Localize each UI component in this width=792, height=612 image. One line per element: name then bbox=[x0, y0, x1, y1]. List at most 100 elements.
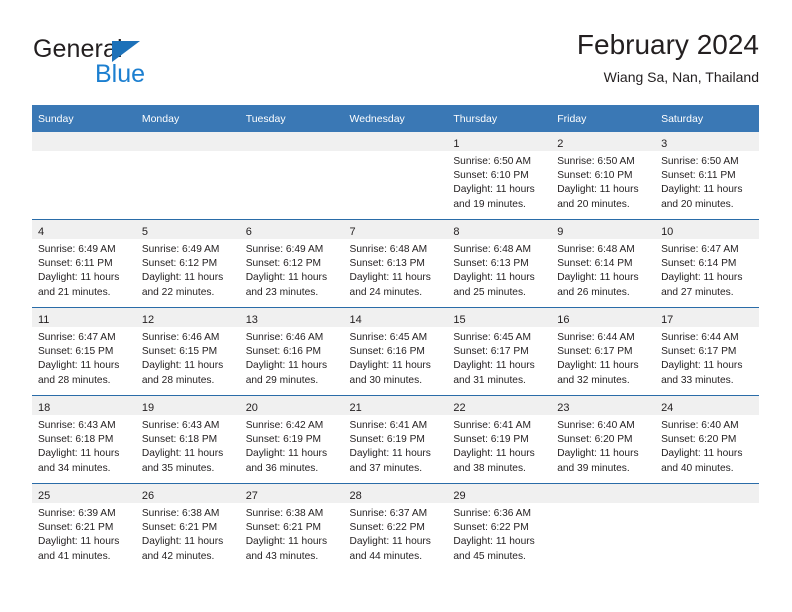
day-sun-info: Sunrise: 6:41 AM Sunset: 6:19 PM Daylight:… bbox=[447, 415, 551, 476]
calendar-day-cell[interactable]: 22 Sunrise: 6:41 AM Sunset: 6:19 PM Dayligh… bbox=[447, 395, 552, 484]
day-info-daylight2: and 38 minutes. bbox=[453, 462, 526, 474]
calendar-day-cell[interactable] bbox=[343, 132, 448, 220]
calendar-day-cell[interactable]: 20 Sunrise: 6:42 AM Sunset: 6:19 PM Dayligh… bbox=[239, 395, 344, 484]
day-info-sunset: Sunset: 6:21 PM bbox=[245, 522, 322, 534]
day-cell-content: 21 Sunrise: 6:41 AM Sunset: 6:19 PM Dayligh… bbox=[343, 396, 448, 483]
day-info-daylight2: and 28 minutes. bbox=[38, 374, 111, 386]
day-cell-content: 14 Sunrise: 6:45 AM Sunset: 6:16 PM Dayligh… bbox=[343, 308, 448, 395]
day-info-sunset: Sunset: 6:11 PM bbox=[38, 258, 113, 270]
calendar-day-cell[interactable]: 13 Sunrise: 6:46 AM Sunset: 6:16 PM Dayligh… bbox=[239, 307, 344, 396]
calendar-body: 1 Sunrise: 6:50 AM Sunset: 6:10 PM Daylight… bbox=[32, 132, 759, 571]
day-info-daylight2: and 27 minutes. bbox=[661, 286, 734, 298]
calendar-day-cell[interactable] bbox=[135, 132, 240, 220]
day-cell-content: 13 Sunrise: 6:46 AM Sunset: 6:16 PM Dayligh… bbox=[239, 308, 344, 395]
day-info-daylight1: Daylight: 11 hours bbox=[141, 360, 224, 372]
day-info-sunrise: Sunrise: 6:49 AM bbox=[141, 244, 220, 255]
day-info-daylight1: Daylight: 11 hours bbox=[38, 360, 120, 372]
day-cell-content: 11 Sunrise: 6:47 AM Sunset: 6:15 PM Dayligh… bbox=[32, 308, 136, 395]
calendar-day-cell[interactable]: 28 Sunrise: 6:37 AM Sunset: 6:22 PM Dayligh… bbox=[343, 483, 448, 571]
day-info-sunset: Sunset: 6:17 PM bbox=[557, 346, 633, 358]
calendar-day-cell[interactable] bbox=[239, 132, 344, 220]
day-number-band bbox=[135, 132, 240, 151]
calendar-day-cell[interactable]: 4 Sunrise: 6:49 AM Sunset: 6:11 PM Daylight… bbox=[32, 219, 136, 308]
calendar-head: Sunday Monday Tuesday Wednesday Thursday… bbox=[32, 105, 759, 132]
day-info-sunset: Sunset: 6:20 PM bbox=[557, 434, 633, 446]
day-cell-content bbox=[551, 484, 656, 571]
calendar-day-cell[interactable]: 6 Sunrise: 6:49 AM Sunset: 6:12 PM Daylight… bbox=[239, 219, 344, 308]
calendar-day-cell[interactable]: 24 Sunrise: 6:40 AM Sunset: 6:20 PM Dayligh… bbox=[655, 395, 759, 484]
calendar-day-cell[interactable]: 23 Sunrise: 6:40 AM Sunset: 6:20 PM Dayligh… bbox=[551, 395, 656, 484]
calendar-day-cell[interactable]: 15 Sunrise: 6:45 AM Sunset: 6:17 PM Dayligh… bbox=[447, 307, 552, 396]
calendar-day-cell[interactable]: 19 Sunrise: 6:43 AM Sunset: 6:18 PM Dayligh… bbox=[135, 395, 240, 484]
day-info-daylight2: and 19 minutes. bbox=[453, 198, 526, 210]
day-info-sunset: Sunset: 6:16 PM bbox=[349, 346, 425, 358]
calendar-day-cell[interactable] bbox=[655, 483, 759, 571]
day-number-band: 13 bbox=[239, 308, 344, 327]
day-info-daylight2: and 26 minutes. bbox=[557, 286, 630, 298]
day-info-sunset: Sunset: 6:22 PM bbox=[349, 522, 425, 534]
calendar-day-cell[interactable]: 2 Sunrise: 6:50 AM Sunset: 6:10 PM Daylight… bbox=[551, 132, 656, 220]
day-info-sunrise: Sunrise: 6:49 AM bbox=[38, 244, 116, 255]
day-info-daylight2: and 35 minutes. bbox=[141, 462, 215, 474]
day-info-sunrise: Sunrise: 6:41 AM bbox=[349, 420, 428, 431]
day-info-sunrise: Sunrise: 6:45 AM bbox=[349, 332, 428, 343]
weekday-header-wednesday: Wednesday bbox=[343, 105, 448, 132]
day-number: 24 bbox=[661, 402, 674, 414]
day-info-sunrise: Sunrise: 6:46 AM bbox=[245, 332, 324, 343]
day-info-sunset: Sunset: 6:10 PM bbox=[557, 170, 633, 182]
day-info-sunrise: Sunrise: 6:47 AM bbox=[38, 332, 116, 343]
day-info-daylight2: and 22 minutes. bbox=[141, 286, 215, 298]
calendar-day-cell[interactable]: 10 Sunrise: 6:47 AM Sunset: 6:14 PM Dayligh… bbox=[655, 219, 759, 308]
day-sun-info bbox=[136, 151, 240, 155]
calendar-day-cell[interactable]: 26 Sunrise: 6:38 AM Sunset: 6:21 PM Dayligh… bbox=[135, 483, 240, 571]
day-info-daylight1: Daylight: 11 hours bbox=[38, 448, 120, 460]
day-info-sunset: Sunset: 6:12 PM bbox=[141, 258, 218, 270]
day-info-sunset: Sunset: 6:15 PM bbox=[38, 346, 114, 358]
day-number: 15 bbox=[453, 314, 466, 326]
day-sun-info: Sunrise: 6:49 AM Sunset: 6:12 PM Daylight:… bbox=[136, 239, 240, 300]
day-number: 19 bbox=[141, 402, 155, 414]
day-number-band: 28 bbox=[343, 484, 448, 503]
calendar-day-cell[interactable]: 18 Sunrise: 6:43 AM Sunset: 6:18 PM Dayligh… bbox=[32, 395, 136, 484]
calendar-day-cell[interactable]: 16 Sunrise: 6:44 AM Sunset: 6:17 PM Dayligh… bbox=[551, 307, 656, 396]
day-sun-info: Sunrise: 6:44 AM Sunset: 6:17 PM Daylight:… bbox=[655, 327, 759, 388]
day-info-daylight2: and 37 minutes. bbox=[349, 462, 423, 474]
day-info-daylight1: Daylight: 11 hours bbox=[453, 272, 535, 284]
calendar-week-row: 25 Sunrise: 6:39 AM Sunset: 6:21 PM Dayligh… bbox=[32, 483, 759, 571]
day-info-daylight2: and 24 minutes. bbox=[349, 286, 423, 298]
day-sun-info: Sunrise: 6:48 AM Sunset: 6:13 PM Daylight:… bbox=[344, 239, 448, 300]
calendar-day-cell[interactable]: 17 Sunrise: 6:44 AM Sunset: 6:17 PM Dayligh… bbox=[655, 307, 759, 396]
day-number-band: 3 bbox=[655, 132, 759, 151]
day-info-daylight1: Daylight: 11 hours bbox=[557, 360, 639, 372]
calendar-day-cell[interactable]: 5 Sunrise: 6:49 AM Sunset: 6:12 PM Daylight… bbox=[135, 219, 240, 308]
day-number: 20 bbox=[245, 402, 258, 414]
calendar-day-cell[interactable]: 12 Sunrise: 6:46 AM Sunset: 6:15 PM Dayligh… bbox=[135, 307, 240, 396]
calendar-day-cell[interactable]: 1 Sunrise: 6:50 AM Sunset: 6:10 PM Daylight… bbox=[447, 132, 552, 220]
day-info-daylight2: and 39 minutes. bbox=[557, 462, 630, 474]
day-number: 14 bbox=[349, 314, 362, 326]
calendar-day-cell[interactable]: 11 Sunrise: 6:47 AM Sunset: 6:15 PM Dayligh… bbox=[32, 307, 136, 396]
day-cell-content bbox=[135, 132, 240, 219]
calendar-day-cell[interactable]: 9 Sunrise: 6:48 AM Sunset: 6:14 PM Daylight… bbox=[551, 219, 656, 308]
calendar-day-cell[interactable]: 3 Sunrise: 6:50 AM Sunset: 6:11 PM Daylight… bbox=[655, 132, 759, 220]
calendar-day-cell[interactable]: 14 Sunrise: 6:45 AM Sunset: 6:16 PM Dayligh… bbox=[343, 307, 448, 396]
day-cell-content: 4 Sunrise: 6:49 AM Sunset: 6:11 PM Daylight… bbox=[32, 220, 136, 307]
general-blue-logo[interactable]: General Blue bbox=[33, 34, 223, 92]
calendar-day-cell[interactable]: 25 Sunrise: 6:39 AM Sunset: 6:21 PM Dayligh… bbox=[32, 483, 136, 571]
calendar-day-cell[interactable] bbox=[32, 132, 136, 220]
day-sun-info: Sunrise: 6:40 AM Sunset: 6:20 PM Daylight:… bbox=[655, 415, 759, 476]
day-info-daylight1: Daylight: 11 hours bbox=[245, 448, 328, 460]
calendar-day-cell[interactable]: 8 Sunrise: 6:48 AM Sunset: 6:13 PM Daylight… bbox=[447, 219, 552, 308]
day-info-sunrise: Sunrise: 6:38 AM bbox=[245, 508, 324, 519]
weekday-header-tuesday: Tuesday bbox=[239, 105, 344, 132]
calendar-day-cell[interactable]: 7 Sunrise: 6:48 AM Sunset: 6:13 PM Daylight… bbox=[343, 219, 448, 308]
day-info-sunrise: Sunrise: 6:36 AM bbox=[453, 508, 531, 519]
day-cell-content: 27 Sunrise: 6:38 AM Sunset: 6:21 PM Dayligh… bbox=[239, 484, 344, 571]
day-info-daylight1: Daylight: 11 hours bbox=[661, 360, 743, 372]
calendar-day-cell[interactable]: 29 Sunrise: 6:36 AM Sunset: 6:22 PM Dayligh… bbox=[447, 483, 552, 571]
day-cell-content bbox=[655, 484, 759, 571]
calendar-day-cell[interactable]: 27 Sunrise: 6:38 AM Sunset: 6:21 PM Dayligh… bbox=[239, 483, 344, 571]
calendar-day-cell[interactable]: 21 Sunrise: 6:41 AM Sunset: 6:19 PM Dayligh… bbox=[343, 395, 448, 484]
calendar-day-cell[interactable] bbox=[551, 483, 656, 571]
day-info-sunrise: Sunrise: 6:50 AM bbox=[557, 156, 635, 167]
